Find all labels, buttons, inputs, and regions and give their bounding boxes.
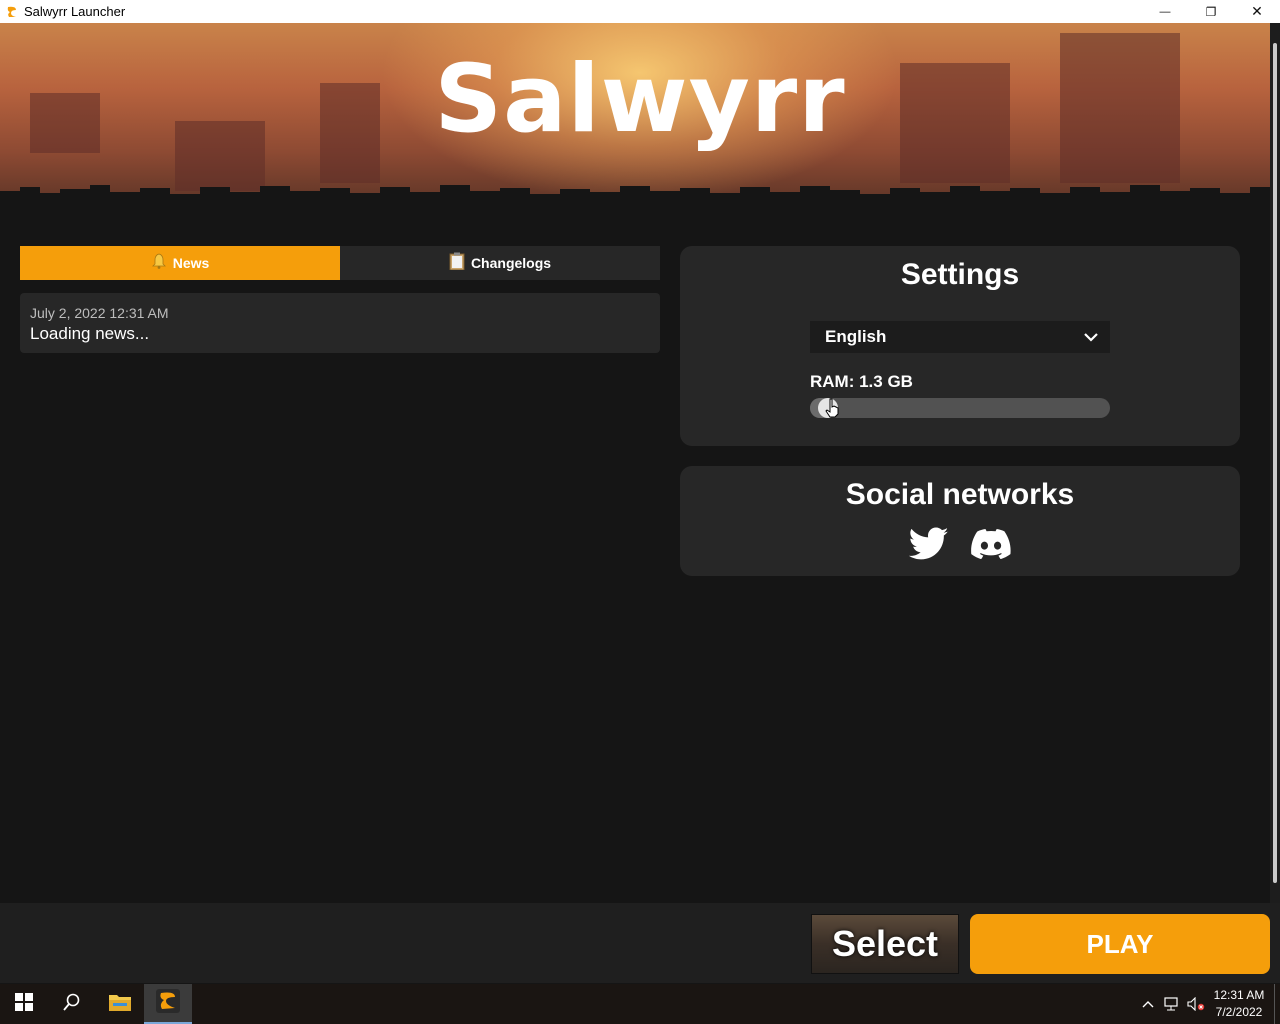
minimize-button[interactable]: —	[1142, 0, 1188, 23]
news-text: Loading news...	[30, 324, 150, 343]
taskbar-salwyrr-launcher[interactable]	[144, 984, 192, 1024]
news-item: July 2, 2022 12:31 AM Loading news...	[20, 293, 660, 353]
tab-changelogs[interactable]: Changelogs	[340, 246, 660, 280]
news-tabs: News Changelogs	[20, 246, 660, 280]
volume-muted-icon[interactable]	[1184, 997, 1208, 1011]
clock-time: 12:31 AM	[1213, 988, 1265, 1002]
tab-changelogs-label: Changelogs	[470, 255, 552, 271]
chevron-down-icon	[1082, 328, 1100, 351]
launcher-app: Salwyrr News Changelogs July 2, 2022 12:…	[0, 23, 1280, 983]
windows-taskbar: 12:31 AM 7/2/2022	[0, 984, 1280, 1024]
social-title: Social networks	[845, 478, 1075, 511]
ram-slider[interactable]	[810, 398, 1110, 418]
bottom-bar: Select PLAY	[0, 903, 1280, 983]
window-title: Salwyrr Launcher	[24, 4, 126, 19]
discord-icon[interactable]	[971, 524, 1011, 564]
play-label: PLAY	[1086, 928, 1154, 959]
search-button[interactable]	[48, 984, 96, 1024]
taskbar-clock[interactable]: 12:31 AM 7/2/2022	[1208, 987, 1270, 1021]
bell-icon	[151, 253, 167, 273]
restore-button[interactable]: ❐	[1188, 0, 1234, 23]
folder-icon	[108, 992, 132, 1017]
chevron-up-icon[interactable]	[1136, 1000, 1160, 1008]
ram-label: RAM: 1.3 GB	[810, 372, 913, 391]
banner-jagged-edge	[0, 185, 1280, 208]
show-desktop-button[interactable]	[1274, 984, 1280, 1024]
hero-banner: Salwyrr	[0, 23, 1280, 208]
vertical-scrollbar[interactable]	[1270, 23, 1280, 903]
select-version-button[interactable]: Select	[811, 914, 959, 974]
language-select[interactable]: English	[810, 321, 1110, 353]
settings-panel: Settings English RAM: 1.3 GB	[680, 246, 1240, 446]
minimize-icon: —	[1159, 5, 1171, 18]
system-tray: 12:31 AM 7/2/2022	[1136, 984, 1280, 1024]
close-icon: ✕	[1251, 3, 1263, 19]
hand-cursor-icon	[825, 398, 839, 423]
select-label: Select	[831, 923, 939, 964]
close-button[interactable]: ✕	[1234, 0, 1280, 23]
tab-news[interactable]: News	[20, 246, 340, 280]
windows-logo-icon	[15, 992, 33, 1016]
salwyrr-taskbar-icon	[156, 988, 180, 1018]
tab-news-label: News	[172, 255, 210, 271]
settings-title: Settings	[900, 258, 1020, 291]
play-button[interactable]: PLAY	[970, 914, 1270, 974]
window-titlebar: Salwyrr Launcher — ❐ ✕	[0, 0, 1280, 23]
network-icon[interactable]	[1160, 997, 1184, 1011]
clock-date: 7/2/2022	[1215, 1005, 1263, 1019]
clipboard-icon	[449, 252, 465, 274]
restore-icon: ❐	[1205, 4, 1217, 19]
scrollbar-thumb[interactable]	[1273, 43, 1277, 883]
news-date: July 2, 2022 12:31 AM	[30, 305, 169, 321]
social-panel: Social networks	[680, 466, 1240, 576]
salwyrr-logo: Salwyrr	[434, 45, 846, 154]
search-icon	[63, 993, 81, 1016]
start-button[interactable]	[0, 984, 48, 1024]
language-value: English	[825, 327, 887, 346]
twitter-icon[interactable]	[909, 524, 949, 564]
salwyrr-app-icon	[4, 4, 20, 20]
taskbar-file-explorer[interactable]	[96, 984, 144, 1024]
